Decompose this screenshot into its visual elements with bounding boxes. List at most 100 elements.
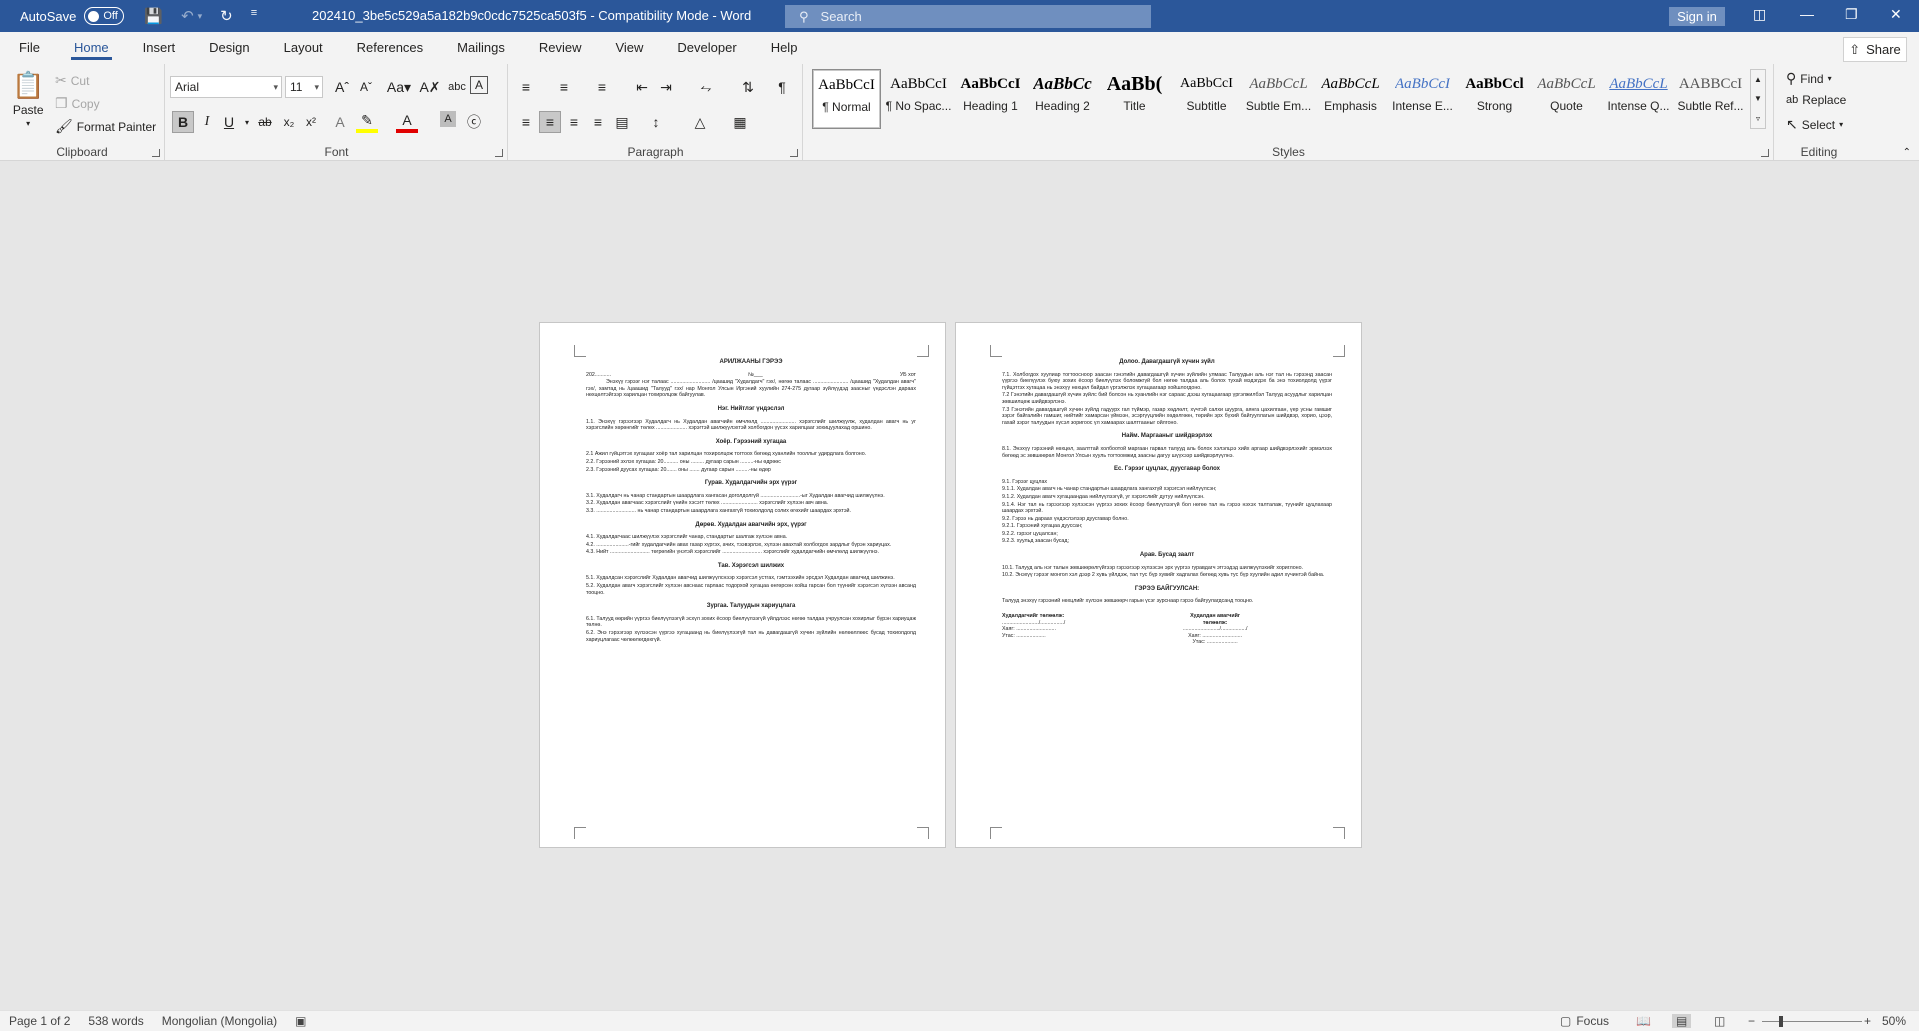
tab-help[interactable]: Help xyxy=(754,40,815,64)
read-mode-icon[interactable]: 📖 xyxy=(1636,1014,1651,1028)
document-canvas[interactable]: АРИЛЖААНЫ ГЭРЭЭ 202........... №___ УБ хот… xyxy=(0,162,1919,1010)
bullets-icon[interactable]: ≡ xyxy=(515,76,537,98)
print-layout-icon[interactable]: ▤ xyxy=(1672,1014,1692,1028)
font-color-icon[interactable]: A xyxy=(396,111,418,133)
style-subtle-reference[interactable]: AABBCcI Subtle Ref... xyxy=(1676,69,1745,129)
customize-qat-icon[interactable]: ≡ xyxy=(251,7,257,25)
style-heading-2[interactable]: AaBbCc Heading 2 xyxy=(1028,69,1097,129)
autosave-control[interactable]: AutoSave Off xyxy=(20,7,125,25)
sign-in-button[interactable]: Sign in xyxy=(1669,7,1725,26)
justify-icon[interactable]: ≡ xyxy=(587,111,609,133)
tab-design[interactable]: Design xyxy=(192,40,266,64)
ribbon-display-options-icon[interactable]: ◫ xyxy=(1753,6,1766,23)
document-page-2[interactable]: Долоо. Давагдашгүй хүчин зүйл 7.1. Холбо… xyxy=(955,322,1362,848)
decrease-indent-icon[interactable]: ⇤ xyxy=(631,76,653,98)
style-intense-emphasis[interactable]: AaBbCcI Intense E... xyxy=(1388,69,1457,129)
asian-layout-icon[interactable]: ⥊ xyxy=(695,76,717,98)
highlight-icon[interactable]: ✎ xyxy=(356,111,378,133)
clear-formatting-icon[interactable]: A✗ xyxy=(419,76,441,98)
format-painter-button[interactable]: 🖌 Format Painter xyxy=(55,118,156,135)
style-intense-quote[interactable]: AaBbCcL Intense Q... xyxy=(1604,69,1673,129)
pilcrow-icon[interactable]: ¶ xyxy=(771,76,793,98)
document-page-1[interactable]: АРИЛЖААНЫ ГЭРЭЭ 202........... №___ УБ хот… xyxy=(539,322,946,848)
font-launcher-icon[interactable] xyxy=(495,149,503,157)
multilevel-list-icon[interactable]: ≡ xyxy=(591,76,613,98)
tab-view[interactable]: View xyxy=(598,40,660,64)
numbering-icon[interactable]: ≡ xyxy=(553,76,575,98)
paragraph-launcher-icon[interactable] xyxy=(790,149,798,157)
shrink-font-icon[interactable]: Aˇ xyxy=(355,76,377,98)
page-count[interactable]: Page 1 of 2 xyxy=(9,1014,70,1028)
phonetic-guide-icon[interactable]: abc xyxy=(446,76,468,98)
zoom-level[interactable]: 50% xyxy=(1882,1014,1906,1028)
character-border-icon[interactable]: A xyxy=(470,76,488,94)
tab-mailings[interactable]: Mailings xyxy=(440,40,522,64)
style-normal[interactable]: AaBbCcI ¶ Normal xyxy=(812,69,881,129)
sort-icon[interactable]: ⇅ xyxy=(737,76,759,98)
distributed-icon[interactable]: ▤ xyxy=(611,111,633,133)
tab-review[interactable]: Review xyxy=(522,40,599,64)
search-box[interactable]: ⚲ Search xyxy=(785,5,1151,28)
tab-references[interactable]: References xyxy=(340,40,440,64)
style-strong[interactable]: AaBbCcl Strong xyxy=(1460,69,1529,129)
clipboard-launcher-icon[interactable] xyxy=(152,149,160,157)
font-name-combo[interactable]: Arial ▾ xyxy=(170,76,282,98)
close-icon[interactable]: ✕ xyxy=(1890,6,1902,23)
zoom-slider-thumb[interactable] xyxy=(1779,1016,1783,1027)
undo-dropdown-icon[interactable]: ▾ xyxy=(198,11,203,25)
undo-icon[interactable]: ↶ xyxy=(181,7,194,25)
copy-button[interactable]: ❐ Copy xyxy=(55,95,100,112)
tab-insert[interactable]: Insert xyxy=(126,40,193,64)
cut-button[interactable]: ✂ Cut xyxy=(55,72,89,89)
focus-button[interactable]: ▢ Focus xyxy=(1560,1014,1609,1028)
word-count[interactable]: 538 words xyxy=(88,1014,143,1028)
tab-file[interactable]: File xyxy=(2,40,57,64)
enclose-characters-icon[interactable]: ⓒ xyxy=(463,111,485,133)
more-styles-icon[interactable]: ▿ xyxy=(1756,114,1760,123)
shading-icon[interactable]: △ xyxy=(689,111,711,133)
font-size-combo[interactable]: 11 ▾ xyxy=(285,76,323,98)
find-button[interactable]: ⚲ Find ▾ xyxy=(1786,70,1832,87)
styles-launcher-icon[interactable] xyxy=(1761,149,1769,157)
increase-indent-icon[interactable]: ⇥ xyxy=(655,76,677,98)
language-indicator[interactable]: Mongolian (Mongolia) xyxy=(162,1014,277,1028)
character-shading-icon[interactable]: A xyxy=(440,111,456,127)
paste-button[interactable]: 📋 Paste ▾ xyxy=(12,70,44,128)
chevron-down-icon[interactable]: ▼ xyxy=(1754,94,1762,103)
autosave-toggle[interactable]: Off xyxy=(84,7,125,25)
text-effects-icon[interactable]: A xyxy=(329,111,351,133)
line-spacing-icon[interactable]: ↕ xyxy=(645,111,667,133)
zoom-in-icon[interactable]: + xyxy=(1864,1014,1871,1028)
restore-icon[interactable]: ❐ xyxy=(1845,6,1858,23)
style-subtle-emphasis[interactable]: AaBbCcL Subtle Em... xyxy=(1244,69,1313,129)
align-right-icon[interactable]: ≡ xyxy=(563,111,585,133)
share-button[interactable]: ⇧ Share xyxy=(1843,37,1907,62)
select-button[interactable]: ↖ Select ▾ xyxy=(1786,116,1843,133)
align-center-icon[interactable]: ≡ xyxy=(539,111,561,133)
styles-scroll[interactable]: ▲ ▼ ▿ xyxy=(1750,69,1766,129)
collapse-ribbon-icon[interactable]: ⌃ xyxy=(1903,147,1911,158)
redo-icon[interactable]: ↻ xyxy=(220,7,233,25)
chevron-up-icon[interactable]: ▲ xyxy=(1754,75,1762,84)
tab-home[interactable]: Home xyxy=(57,40,126,64)
style-heading-1[interactable]: AaBbCcI Heading 1 xyxy=(956,69,1025,129)
grow-font-icon[interactable]: Aˆ xyxy=(331,76,353,98)
bold-icon[interactable]: B xyxy=(172,111,194,133)
style-emphasis[interactable]: AaBbCcL Emphasis xyxy=(1316,69,1385,129)
italic-icon[interactable]: I xyxy=(196,111,218,133)
web-layout-icon[interactable]: ◫ xyxy=(1714,1014,1725,1028)
align-left-icon[interactable]: ≡ xyxy=(515,111,537,133)
subscript-icon[interactable]: x₂ xyxy=(278,111,300,133)
strikethrough-icon[interactable]: ab xyxy=(254,111,276,133)
tab-developer[interactable]: Developer xyxy=(660,40,753,64)
replace-button[interactable]: ab Replace xyxy=(1786,93,1846,107)
tab-layout[interactable]: Layout xyxy=(267,40,340,64)
style-title[interactable]: AaBb(Title xyxy=(1100,69,1169,129)
minimize-icon[interactable]: — xyxy=(1800,6,1814,22)
zoom-slider[interactable] xyxy=(1762,1021,1862,1022)
style-no-spacing[interactable]: AaBbCcI ¶ No Spac... xyxy=(884,69,953,129)
style-subtitle[interactable]: AaBbCcI Subtitle xyxy=(1172,69,1241,129)
style-quote[interactable]: AaBbCcL Quote xyxy=(1532,69,1601,129)
change-case-icon[interactable]: Aa▾ xyxy=(384,76,414,98)
borders-icon[interactable]: ▦ xyxy=(729,111,751,133)
